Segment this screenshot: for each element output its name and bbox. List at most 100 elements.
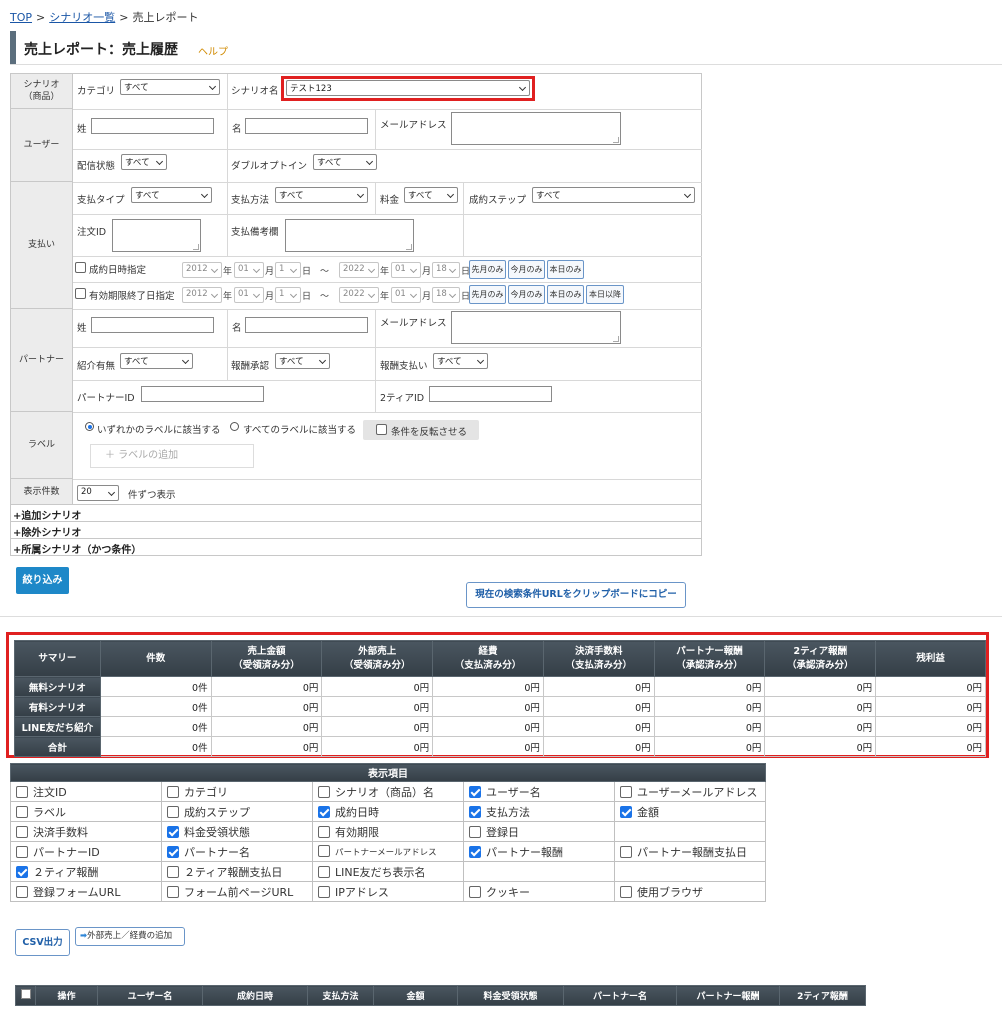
checked-checkbox[interactable]	[469, 805, 481, 818]
display-item[interactable]: パートナーメールアドレス	[312, 841, 464, 862]
scenario-name-select[interactable]: テスト123	[286, 80, 530, 96]
from-month-select[interactable]: 01	[234, 262, 264, 278]
display-item[interactable]: パートナー名	[161, 841, 313, 862]
invert-condition-toggle[interactable]: 条件を反転させる	[363, 420, 479, 440]
expire-from-month-select[interactable]: 01	[234, 287, 264, 303]
checked-checkbox[interactable]	[318, 805, 330, 818]
after-today-button[interactable]: 本日以降	[586, 285, 624, 304]
breadcrumb-link-top[interactable]: TOP	[10, 11, 32, 24]
display-item[interactable]: カテゴリ	[161, 781, 313, 802]
this-month-button[interactable]: 今月のみ	[508, 260, 545, 279]
unchecked-checkbox[interactable]	[16, 805, 28, 818]
memo-textarea[interactable]	[285, 219, 414, 252]
csv-export-button[interactable]: CSV出力	[15, 929, 70, 956]
add-label-button[interactable]: ＋ ラベルの追加	[90, 444, 254, 468]
checked-checkbox[interactable]	[167, 845, 179, 858]
breadcrumb-link-scenarios[interactable]: シナリオ一覧	[49, 11, 115, 24]
copy-url-button[interactable]: 現在の検索条件URLをクリップボードにコピー	[466, 582, 686, 608]
fold-additional-scenario[interactable]: +追加シナリオ	[11, 504, 701, 522]
referral-select[interactable]: すべて	[120, 353, 193, 369]
display-item[interactable]: ２ティア報酬支払日	[161, 861, 313, 882]
fee-select[interactable]: すべて	[404, 187, 458, 203]
reward-approve-select[interactable]: すべて	[275, 353, 330, 369]
expire-date-checkbox[interactable]	[75, 288, 86, 299]
display-item[interactable]: シナリオ（商品）名	[312, 781, 464, 802]
pay-type-select[interactable]: すべて	[131, 187, 212, 203]
expire-this-month-button[interactable]: 今月のみ	[508, 285, 545, 304]
pay-method-select[interactable]: すべて	[275, 187, 368, 203]
unchecked-checkbox[interactable]	[620, 885, 632, 898]
user-first-name-input[interactable]	[245, 118, 368, 134]
select-all-header[interactable]	[15, 985, 36, 1006]
label-any-radio[interactable]	[85, 422, 94, 431]
display-item[interactable]: IPアドレス	[312, 881, 464, 902]
unchecked-checkbox[interactable]	[318, 865, 330, 878]
select-all-checkbox[interactable]	[20, 989, 31, 999]
checked-checkbox[interactable]	[167, 825, 179, 838]
user-email-textarea[interactable]	[451, 112, 621, 145]
unchecked-checkbox[interactable]	[469, 825, 481, 838]
from-year-select[interactable]: 2012	[182, 262, 222, 278]
display-item[interactable]: 成約日時	[312, 801, 464, 822]
display-item[interactable]: ユーザーメールアドレス	[614, 781, 766, 802]
add-external-sales-button[interactable]: ➡外部売上／経費の追加	[75, 927, 185, 946]
unchecked-checkbox[interactable]	[167, 785, 179, 798]
delivery-select[interactable]: すべて	[121, 154, 167, 170]
unchecked-checkbox[interactable]	[318, 845, 330, 857]
expire-from-day-select[interactable]: 1	[275, 287, 301, 303]
fold-excluded-scenario[interactable]: +除外シナリオ	[11, 521, 701, 539]
expire-to-year-select[interactable]: 2022	[339, 287, 379, 303]
display-item[interactable]: 使用ブラウザ	[614, 881, 766, 902]
last-month-button[interactable]: 先月のみ	[469, 260, 506, 279]
to-month-select[interactable]: 01	[391, 262, 421, 278]
expire-to-day-select[interactable]: 18	[432, 287, 460, 303]
unchecked-checkbox[interactable]	[318, 885, 330, 898]
checked-checkbox[interactable]	[620, 805, 632, 818]
fold-member-scenario[interactable]: +所属シナリオ（かつ条件）	[11, 538, 701, 556]
step-select[interactable]: すべて	[532, 187, 695, 203]
unchecked-checkbox[interactable]	[620, 785, 632, 798]
to-day-select[interactable]: 18	[432, 262, 460, 278]
tier2-id-input[interactable]	[429, 386, 552, 402]
display-item[interactable]: 金額	[614, 801, 766, 822]
checked-checkbox[interactable]	[469, 845, 481, 858]
display-item[interactable]: 登録フォームURL	[10, 881, 162, 902]
expire-to-month-select[interactable]: 01	[391, 287, 421, 303]
display-item[interactable]: 注文ID	[10, 781, 162, 802]
reward-pay-select[interactable]: すべて	[433, 353, 488, 369]
unchecked-checkbox[interactable]	[318, 825, 330, 838]
display-item[interactable]: 料金受領状態	[161, 821, 313, 842]
unchecked-checkbox[interactable]	[16, 785, 28, 798]
checked-checkbox[interactable]	[469, 785, 481, 798]
display-item[interactable]: フォーム前ページURL	[161, 881, 313, 902]
unchecked-checkbox[interactable]	[16, 885, 28, 898]
expire-last-month-button[interactable]: 先月のみ	[469, 285, 506, 304]
display-item[interactable]: パートナーID	[10, 841, 162, 862]
display-item[interactable]: ２ティア報酬	[10, 861, 162, 882]
display-item[interactable]: LINE友だち表示名	[312, 861, 464, 882]
unchecked-checkbox[interactable]	[16, 845, 28, 858]
help-link[interactable]: ヘルプ	[198, 43, 228, 58]
unchecked-checkbox[interactable]	[469, 885, 481, 898]
filter-button[interactable]: 絞り込み	[16, 567, 69, 594]
display-item[interactable]: パートナー報酬支払日	[614, 841, 766, 862]
partner-last-name-input[interactable]	[91, 317, 214, 333]
contract-date-checkbox[interactable]	[75, 262, 86, 273]
display-item[interactable]: 支払方法	[463, 801, 615, 822]
optin-select[interactable]: すべて	[313, 154, 377, 170]
display-item[interactable]: ユーザー名	[463, 781, 615, 802]
display-item[interactable]: ラベル	[10, 801, 162, 822]
expire-today-button[interactable]: 本日のみ	[547, 285, 584, 304]
from-day-select[interactable]: 1	[275, 262, 301, 278]
display-item[interactable]: 登録日	[463, 821, 615, 842]
invert-checkbox[interactable]	[376, 424, 387, 435]
label-all-radio[interactable]	[230, 422, 239, 431]
category-select[interactable]: すべて	[120, 79, 220, 95]
unchecked-checkbox[interactable]	[167, 885, 179, 898]
unchecked-checkbox[interactable]	[318, 785, 330, 798]
display-item[interactable]: クッキー	[463, 881, 615, 902]
to-year-select[interactable]: 2022	[339, 262, 379, 278]
unchecked-checkbox[interactable]	[167, 865, 179, 878]
unchecked-checkbox[interactable]	[167, 805, 179, 818]
today-button[interactable]: 本日のみ	[547, 260, 584, 279]
